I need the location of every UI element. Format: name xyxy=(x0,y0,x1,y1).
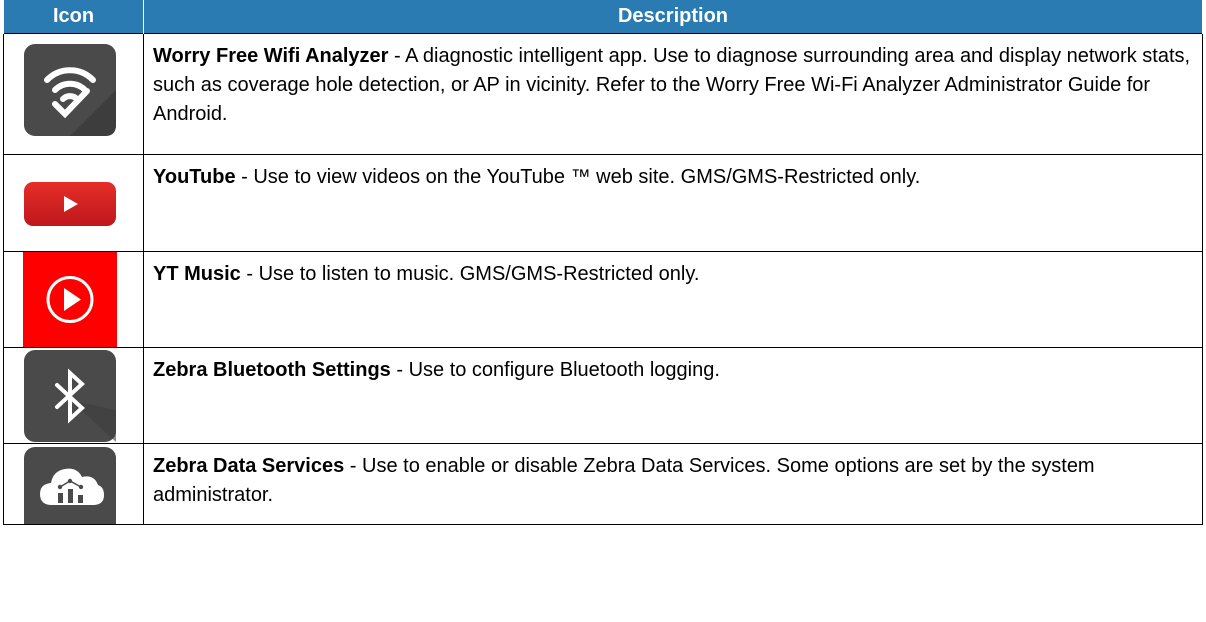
description-cell: Worry Free Wifi Analyzer - A diagnostic … xyxy=(143,33,1203,155)
app-name: YouTube xyxy=(153,166,236,188)
description-cell: YT Music - Use to listen to music. GMS/G… xyxy=(143,251,1203,348)
table-row: YouTube - Use to view videos on the YouT… xyxy=(3,154,1203,252)
icon-cell xyxy=(3,251,144,348)
yt-music-icon xyxy=(23,252,117,347)
app-icon-table: Icon Description Worry Free Wifi Analyze… xyxy=(3,0,1203,525)
table-row: YT Music - Use to listen to music. GMS/G… xyxy=(3,251,1203,348)
table-row: Zebra Data Services - Use to enable or d… xyxy=(3,443,1203,525)
app-name: YT Music xyxy=(153,263,241,285)
description-cell: YouTube - Use to view videos on the YouT… xyxy=(143,154,1203,252)
description-cell: Zebra Data Services - Use to enable or d… xyxy=(143,443,1203,525)
icon-cell xyxy=(3,443,144,525)
icon-cell xyxy=(3,154,144,252)
header-icon: Icon xyxy=(3,0,144,34)
youtube-icon xyxy=(24,182,116,226)
description-cell: Zebra Bluetooth Settings - Use to config… xyxy=(143,347,1203,444)
header-description: Description xyxy=(143,0,1203,34)
table-row: Worry Free Wifi Analyzer - A diagnostic … xyxy=(3,33,1203,155)
icon-cell xyxy=(3,33,144,155)
app-name: Zebra Data Services xyxy=(153,455,345,477)
app-description: - Use to listen to music. GMS/GMS-Restri… xyxy=(240,263,700,285)
app-name: Worry Free Wifi Analyzer xyxy=(153,45,389,67)
table-row: Zebra Bluetooth Settings - Use to config… xyxy=(3,347,1203,444)
icon-cell xyxy=(3,347,144,444)
table-header-row: Icon Description xyxy=(3,0,1203,34)
cloud-data-icon xyxy=(24,447,116,524)
bluetooth-icon xyxy=(24,350,116,442)
app-description: - Use to configure Bluetooth logging. xyxy=(390,359,720,381)
app-description: - Use to view videos on the YouTube ™ we… xyxy=(235,166,921,188)
wifi-analyzer-icon xyxy=(24,44,116,136)
app-name: Zebra Bluetooth Settings xyxy=(153,359,391,381)
